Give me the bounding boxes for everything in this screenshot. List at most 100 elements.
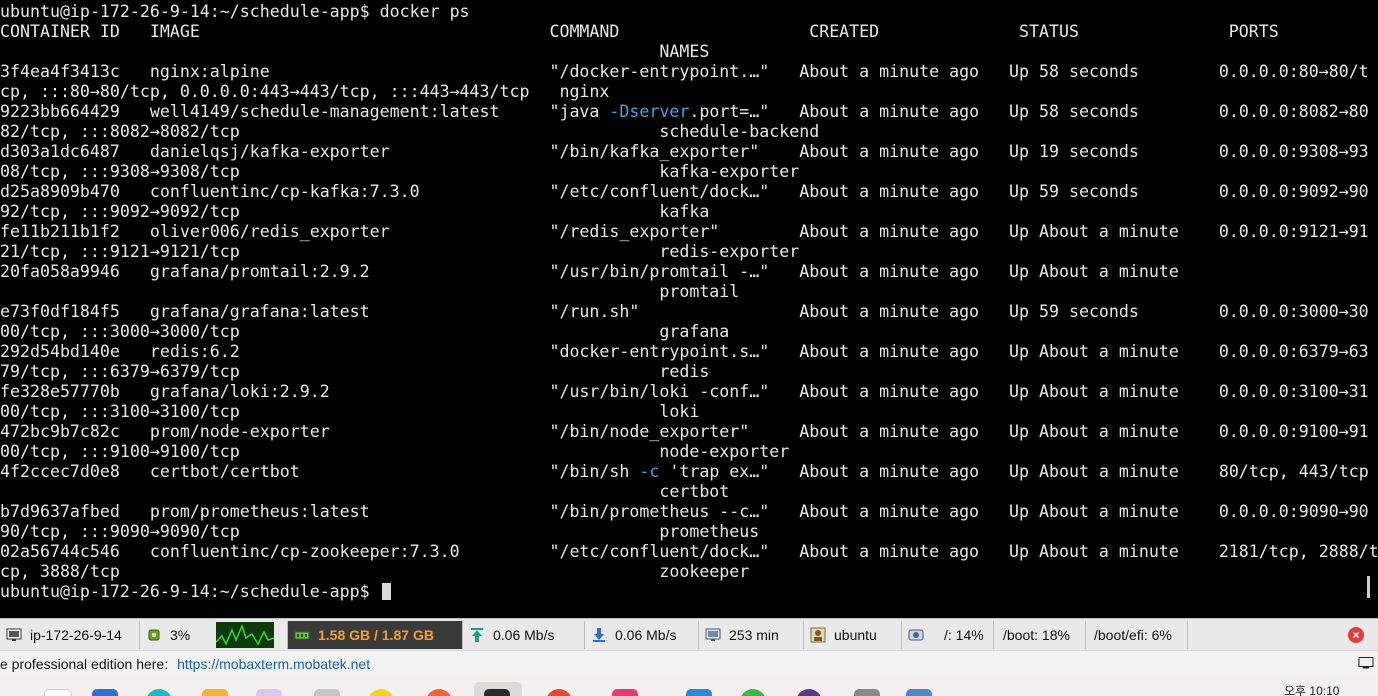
terminal-text: CONTAINER ID IMAGE COMMAND CREATED STATU…: [0, 22, 1279, 41]
taskbar-app-store-icon[interactable]: [256, 689, 282, 696]
terminal-text: 'trap ex…" About a minute ago Up About a…: [659, 462, 1369, 481]
terminal-line: 3f4ea4f3413c nginx:alpine "/docker-entry…: [0, 62, 1369, 82]
cpu-value: 3%: [170, 627, 191, 643]
terminal-text: 79/tcp, :::6379→6379/tcp redis: [0, 362, 710, 381]
terminal-text: NAMES: [0, 42, 710, 61]
taskbar-app-file-icon[interactable]: [44, 689, 72, 696]
terminal-text: fe11b211b1f2 oliver006/redis_exporter "/…: [0, 222, 1369, 241]
terminal-line: promtail: [0, 282, 739, 302]
status-uptime[interactable]: 253 min: [699, 621, 804, 649]
info-link[interactable]: https://mobaxterm.mobatek.net: [177, 656, 370, 672]
status-download[interactable]: 0.06 Mb/s: [585, 621, 699, 649]
terminal-text: 4f2ccec7d0e8 certbot/certbot "/bin/sh: [0, 462, 640, 481]
disk-boot-value: /boot: 18%: [1003, 627, 1070, 643]
memory-icon: [294, 631, 310, 640]
taskbar: 오후 10:10: [0, 676, 1378, 696]
taskbar-app-chrome-icon[interactable]: [426, 689, 452, 696]
status-disk-root[interactable]: /: 14%: [902, 621, 994, 649]
taskbar-app-vscode-icon[interactable]: [686, 689, 712, 696]
status-disk-boot[interactable]: /boot: 18%: [994, 621, 1086, 649]
taskbar-app-blue-icon[interactable]: [906, 689, 932, 696]
terminal-text: 292d54bd140e redis:6.2 "docker-entrypoin…: [0, 342, 1369, 361]
terminal-output[interactable]: ubuntu@ip-172-26-9-14:~/schedule-app$ do…: [0, 0, 1378, 618]
terminal-text: d303a1dc6487 danielqsj/kafka-exporter "/…: [0, 142, 1369, 161]
taskbar-clock[interactable]: 오후 10:10: [1284, 682, 1339, 696]
display-icon[interactable]: [1358, 657, 1374, 669]
terminal-text: 472bc9b7c82c prom/node-exporter "/bin/no…: [0, 422, 1369, 441]
terminal-text: ubuntu@ip-172-26-9-14:~/schedule-app$ do…: [0, 2, 470, 21]
terminal-text: 90/tcp, :::9090→9090/tcp prometheus: [0, 522, 760, 541]
download-icon: [593, 628, 605, 642]
terminal-line: b7d9637afbed prom/prometheus:latest "/bi…: [0, 502, 1369, 522]
status-disk-efi[interactable]: /boot/efi: 6%: [1086, 621, 1188, 649]
status-upload[interactable]: 0.06 Mb/s: [463, 621, 585, 649]
terminal-text: 9223bb664429 well4149/schedule-managemen…: [0, 102, 610, 121]
uptime-icon: [705, 628, 721, 641]
terminal-text: 00/tcp, :::3000→3000/tcp grafana: [0, 322, 730, 341]
terminal-text: promtail: [0, 282, 740, 301]
terminal-line: 292d54bd140e redis:6.2 "docker-entrypoin…: [0, 342, 1369, 362]
terminal-line: 00/tcp, :::9100→9100/tcp node-exporter: [0, 442, 789, 462]
status-host[interactable]: ip-172-26-9-14: [0, 621, 140, 649]
terminal-line: 00/tcp, :::3100→3100/tcp loki: [0, 402, 699, 422]
terminal-line: cp, :::80→80/tcp, 0.0.0.0:443→443/tcp, :…: [0, 82, 609, 102]
terminal-line: CONTAINER ID IMAGE COMMAND CREATED STATU…: [0, 22, 1279, 42]
terminal-line: 08/tcp, :::9308→9308/tcp kafka-exporter: [0, 162, 799, 182]
terminal-text: .port=…" About a minute ago Up 58 second…: [689, 102, 1369, 121]
host-label: ip-172-26-9-14: [30, 627, 122, 643]
taskbar-app-green-icon[interactable]: [740, 689, 766, 696]
status-memory[interactable]: 1.58 GB / 1.87 GB: [288, 621, 463, 649]
taskbar-app-kakao-icon[interactable]: [368, 689, 394, 696]
terminal-text: ubuntu@ip-172-26-9-14:~/schedule-app$: [0, 582, 380, 601]
taskbar-app-terminal-icon[interactable]: [484, 689, 510, 696]
terminal-text: fe328e57770b grafana/loki:2.9.2 "/usr/bi…: [0, 382, 1369, 401]
terminal-line: ubuntu@ip-172-26-9-14:~/schedule-app$ do…: [0, 2, 470, 22]
taskbar-app-pink-icon[interactable]: [612, 689, 638, 696]
terminal-line: fe328e57770b grafana/loki:2.9.2 "/usr/bi…: [0, 382, 1369, 402]
terminal-line: 90/tcp, :::9090→9090/tcp prometheus: [0, 522, 759, 542]
terminal-text: 20fa058a9946 grafana/promtail:2.9.2 "/us…: [0, 262, 1179, 281]
terminal-text: 3f4ea4f3413c nginx:alpine "/docker-entry…: [0, 62, 1369, 81]
disk-icon: [908, 629, 924, 641]
terminal-line: 9223bb664429 well4149/schedule-managemen…: [0, 102, 1369, 122]
terminal-text: cp, 3888/tcp zookeeper: [0, 562, 750, 581]
status-cpu[interactable]: 3%: [140, 621, 288, 649]
upload-icon: [471, 628, 483, 642]
taskbar-app-gray-icon[interactable]: [854, 689, 880, 696]
close-icon[interactable]: ×: [1348, 627, 1364, 643]
terminal-line: fe11b211b1f2 oliver006/redis_exporter "/…: [0, 222, 1369, 242]
terminal-line: 92/tcp, :::9092→9092/tcp kafka: [0, 202, 709, 222]
download-value: 0.06 Mb/s: [615, 627, 677, 643]
taskbar-app-settings-icon[interactable]: [314, 689, 340, 696]
terminal-scrollbar[interactable]: [1367, 576, 1370, 598]
terminal-text: 00/tcp, :::3100→3100/tcp loki: [0, 402, 700, 421]
taskbar-app-edge-icon[interactable]: [92, 689, 118, 696]
terminal-text: cp, :::80→80/tcp, 0.0.0.0:443→443/tcp, :…: [0, 82, 610, 101]
terminal-line: 4f2ccec7d0e8 certbot/certbot "/bin/sh -c…: [0, 462, 1369, 482]
status-bar: ip-172-26-9-14 3% 1.58 GB / 1.87 GB 0.06…: [0, 618, 1378, 650]
terminal-line: 21/tcp, :::9121→9121/tcp redis-exporter: [0, 242, 799, 262]
terminal-line: 79/tcp, :::6379→6379/tcp redis: [0, 362, 709, 382]
terminal-text: 92/tcp, :::9092→9092/tcp kafka: [0, 202, 710, 221]
status-user[interactable]: ubuntu: [804, 621, 902, 649]
terminal-text: 02a56744c546 confluentinc/cp-zookeeper:7…: [0, 542, 1378, 561]
upload-value: 0.06 Mb/s: [493, 627, 555, 643]
taskbar-app-folder-icon[interactable]: [202, 689, 228, 696]
terminal-line: ubuntu@ip-172-26-9-14:~/schedule-app$: [0, 582, 391, 602]
terminal-line: d25a8909b470 confluentinc/cp-kafka:7.3.0…: [0, 182, 1369, 202]
taskbar-app-browser-icon[interactable]: [146, 689, 172, 696]
status-spacer: [1188, 621, 1338, 649]
disk-root-value: /: 14%: [944, 627, 984, 643]
taskbar-app-red-icon[interactable]: [546, 689, 572, 696]
terminal-cursor: [381, 583, 391, 600]
terminal-line: certbot: [0, 482, 729, 502]
taskbar-app-purple-icon[interactable]: [796, 689, 822, 696]
terminal-text: b7d9637afbed prom/prometheus:latest "/bi…: [0, 502, 1369, 521]
command-flag: -c: [639, 462, 660, 481]
uptime-value: 253 min: [729, 627, 779, 643]
command-flag: -Dserver: [609, 102, 690, 121]
terminal-line: cp, 3888/tcp zookeeper: [0, 562, 749, 582]
user-value: ubuntu: [834, 627, 877, 643]
terminal-text: d25a8909b470 confluentinc/cp-kafka:7.3.0…: [0, 182, 1369, 201]
terminal-text: e73f0df184f5 grafana/grafana:latest "/ru…: [0, 302, 1369, 321]
